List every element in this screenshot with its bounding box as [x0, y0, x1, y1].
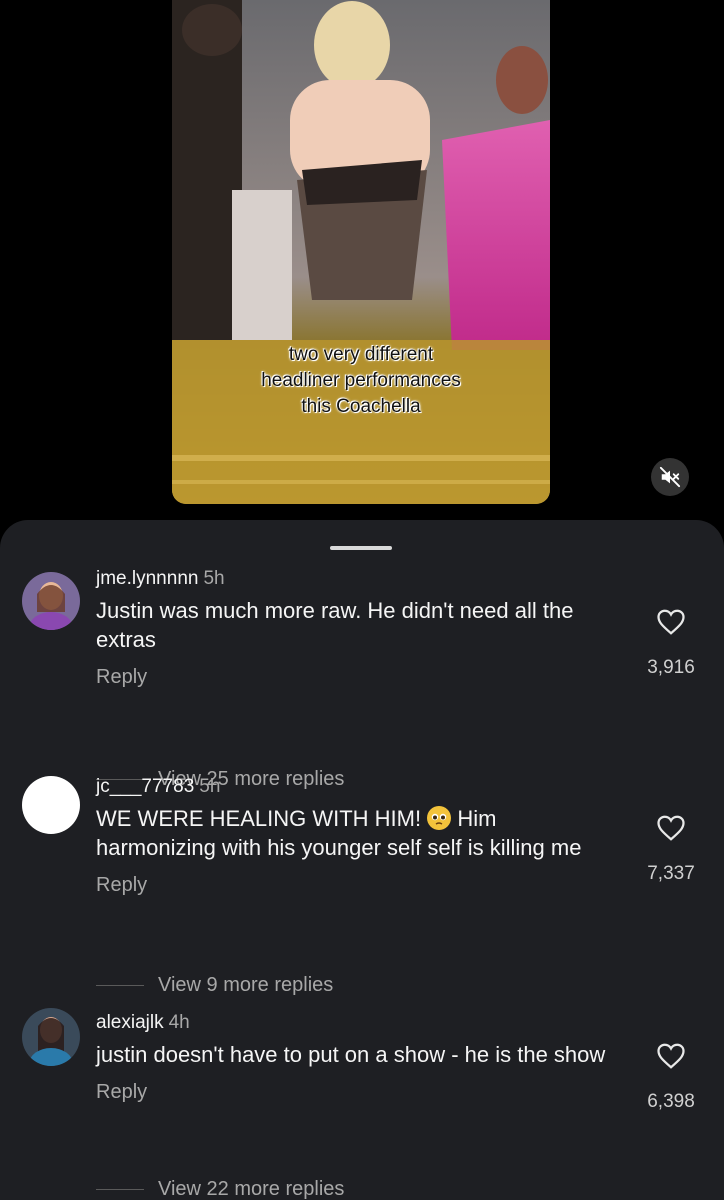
like-column: 3,916	[636, 608, 706, 679]
comment-meta: jc___77783 5h	[96, 776, 616, 798]
like-count: 7,337	[647, 863, 695, 884]
comment-username[interactable]: alexiajlk	[96, 1012, 164, 1033]
view-replies-label: View 9 more replies	[158, 974, 334, 996]
comment-time: 5h	[199, 776, 221, 797]
avatar[interactable]	[22, 572, 80, 630]
comment-text: justin doesn't have to put on a show - h…	[96, 1042, 606, 1067]
view-replies-button[interactable]: View 9 more replies	[96, 974, 333, 997]
like-count: 3,916	[647, 657, 695, 678]
video-caption: two very different headliner performance…	[172, 342, 550, 420]
caption-line: two very different	[288, 344, 434, 365]
comment-text-part: WE WERE HEALING WITH HIM!	[96, 806, 422, 831]
heart-icon[interactable]	[656, 814, 686, 842]
comment-username[interactable]: jme.lynnnnn	[96, 568, 198, 589]
comment-meta: jme.lynnnnn 5h	[96, 568, 616, 590]
reply-button[interactable]: Reply	[96, 666, 616, 689]
comment-body: jme.lynnnnn 5h Justin was much more raw. …	[96, 568, 616, 689]
comment-text: Justin was much more raw. He didn't need…	[96, 598, 574, 652]
caption-line: this Coachella	[301, 396, 421, 417]
view-replies-button[interactable]: View 22 more replies	[96, 1178, 344, 1200]
comment-time: 4h	[168, 1012, 190, 1033]
divider	[96, 1189, 144, 1190]
comment-meta: alexiajlk 4h	[96, 1012, 616, 1034]
avatar-image	[22, 572, 80, 630]
heart-icon[interactable]	[656, 1042, 686, 1070]
comment-text: WE WERE HEALING WITH HIM! Him harmonizin…	[96, 804, 616, 862]
avatar[interactable]	[22, 776, 80, 834]
mute-button[interactable]	[651, 458, 689, 496]
like-column: 6,398	[636, 1042, 706, 1113]
comment-body: jc___77783 5h WE WERE HEALING WITH HIM! H…	[96, 776, 616, 897]
pleading-face-icon	[427, 806, 452, 830]
sheet-drag-handle[interactable]	[330, 546, 392, 550]
divider	[96, 985, 144, 986]
comments-sheet: jme.lynnnnn 5h Justin was much more raw. …	[0, 520, 724, 1200]
like-count: 6,398	[647, 1091, 695, 1112]
caption-line: headliner performances	[261, 370, 461, 391]
comment-time: 5h	[203, 568, 225, 589]
comment-body: alexiajlk 4h justin doesn't have to put o…	[96, 1012, 616, 1104]
avatar[interactable]	[22, 1008, 80, 1066]
screen: two very different headliner performance…	[0, 0, 724, 1200]
comment-username[interactable]: jc___77783	[96, 776, 194, 797]
video-player[interactable]: two very different headliner performance…	[172, 0, 550, 504]
heart-icon[interactable]	[656, 608, 686, 636]
reply-button[interactable]: Reply	[96, 1081, 616, 1104]
avatar-image	[22, 1008, 80, 1066]
reply-button[interactable]: Reply	[96, 874, 616, 897]
view-replies-label: View 22 more replies	[158, 1178, 345, 1200]
like-column: 7,337	[636, 814, 706, 885]
speaker-muted-icon	[659, 466, 681, 488]
video-frame-image	[172, 0, 550, 504]
